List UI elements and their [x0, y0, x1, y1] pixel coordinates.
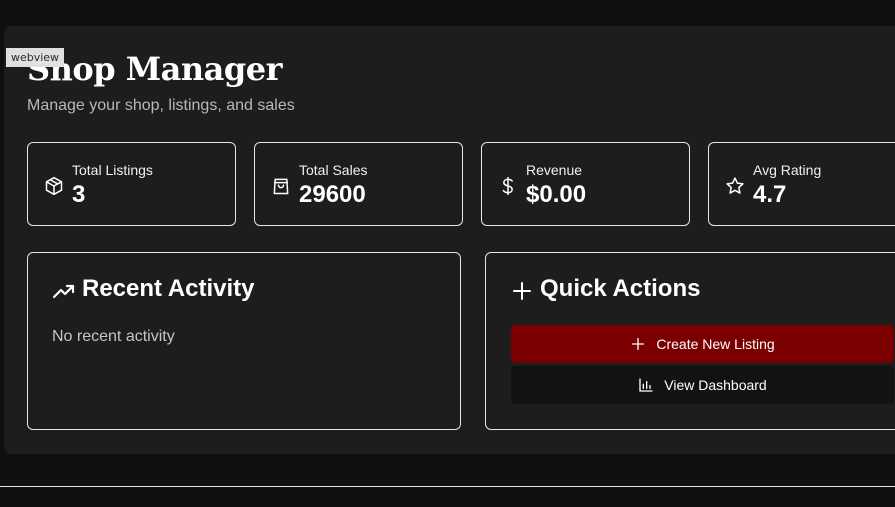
- trending-up-icon: [52, 284, 75, 299]
- page-title: Shop Manager: [27, 50, 282, 88]
- package-icon: [45, 176, 63, 196]
- stat-card-avg-rating: Avg Rating 4.7: [708, 142, 895, 226]
- footer-divider: [0, 486, 895, 487]
- stat-label: Total Sales: [299, 162, 368, 178]
- view-dashboard-label: View Dashboard: [664, 377, 767, 393]
- create-listing-label: Create New Listing: [656, 336, 775, 352]
- stat-label: Total Listings: [72, 162, 153, 178]
- stat-value: 3: [72, 181, 86, 208]
- stat-label: Revenue: [526, 162, 583, 178]
- stat-card-revenue: Revenue $0.00: [481, 142, 690, 226]
- stat-value: 4.7: [753, 181, 787, 208]
- quick-actions-card: Quick Actions Create New Listing View Da…: [485, 252, 895, 430]
- stat-card-total-listings: Total Listings 3: [27, 142, 236, 226]
- empty-state-text: No recent activity: [52, 328, 175, 345]
- stat-card-total-sales: Total Sales 29600: [254, 142, 463, 226]
- page-subtitle: Manage your shop, listings, and sales: [27, 97, 295, 114]
- create-listing-button[interactable]: Create New Listing: [511, 325, 894, 363]
- dollar-icon: [502, 176, 513, 196]
- view-dashboard-button[interactable]: View Dashboard: [511, 366, 894, 404]
- plus-icon: [513, 282, 531, 300]
- stat-label: Avg Rating: [753, 162, 822, 178]
- recent-activity-title: Recent Activity: [82, 275, 255, 302]
- bar-chart-icon: [639, 378, 653, 392]
- stat-value: $0.00: [526, 181, 587, 208]
- quick-actions-title: Quick Actions: [540, 275, 701, 302]
- recent-activity-card: Recent Activity No recent activity: [27, 252, 461, 430]
- star-icon: [726, 177, 744, 194]
- stat-value: 29600: [299, 181, 366, 208]
- shopping-bag-icon: [273, 178, 289, 195]
- plus-icon: [632, 338, 645, 350]
- webview-tag: webview: [6, 48, 64, 67]
